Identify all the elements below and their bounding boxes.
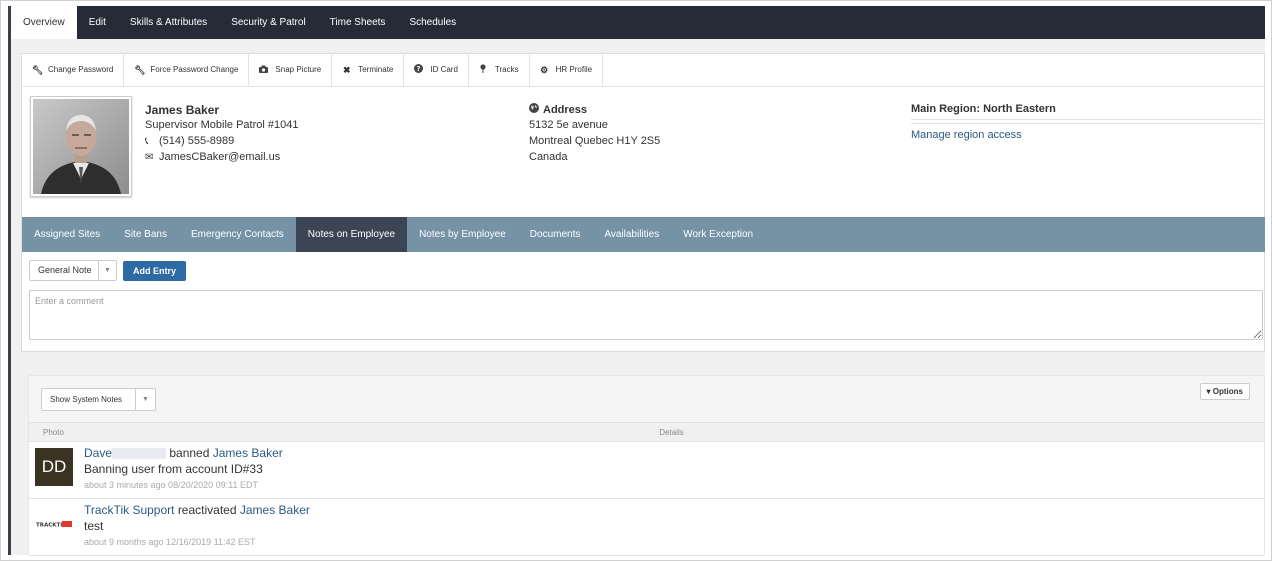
tracktik-logo: TRACKTIK (35, 505, 73, 543)
employee-card: 🔧︎ Change Password 🔧︎ Force Password Cha… (21, 53, 1265, 352)
comment-input[interactable] (29, 290, 1263, 340)
change-password-label: Change Password (48, 65, 114, 74)
address-line3: Canada (529, 151, 568, 163)
employee-phone-row: 📞︎ (514) 555-8989 (145, 135, 234, 147)
employee-sub-nav: Assigned Sites Site Bans Emergency Conta… (22, 217, 1265, 252)
force-password-change-label: Force Password Change (150, 65, 239, 74)
tracks-label: Tracks (494, 65, 519, 74)
camera-icon (259, 54, 269, 86)
tab-skills-attributes[interactable]: Skills & Attributes (118, 6, 219, 39)
redacted-name (112, 448, 167, 460)
tab-overview[interactable]: Overview (11, 6, 77, 39)
tab-site-bans[interactable]: Site Bans (112, 217, 179, 252)
note-row: TRACKTIK TrackTik Support reactivated Ja… (29, 499, 1264, 556)
system-notes-filter-value: Show System Notes (50, 395, 123, 404)
add-entry-button[interactable]: Add Entry (123, 261, 186, 281)
tab-emergency-contacts[interactable]: Emergency Contacts (179, 217, 296, 252)
id-card-button[interactable]: ? ID Card (404, 54, 469, 86)
tab-availabilities[interactable]: Availabilities (592, 217, 671, 252)
hr-profile-label: HR Profile (555, 65, 593, 74)
options-button[interactable]: ▾ Options (1199, 383, 1250, 400)
tab-edit[interactable]: Edit (77, 6, 118, 39)
note-actor-link[interactable]: Dave (84, 446, 112, 460)
portrait-image (33, 99, 129, 194)
tab-documents[interactable]: Documents (518, 217, 593, 252)
address-line1: 5132 5e avenue (529, 119, 608, 131)
map-pin-icon (479, 54, 488, 86)
note-body: Banning user from account ID#33 (84, 462, 263, 476)
wrench-icon: 🔧︎ (32, 65, 44, 75)
tab-schedules[interactable]: Schedules (397, 6, 468, 39)
system-notes-filter-select[interactable]: Show System Notes ▼ (41, 388, 156, 411)
globe-icon (529, 103, 543, 116)
employee-phone: (514) 555-8989 (159, 135, 235, 147)
phone-icon: 📞︎ (145, 136, 149, 147)
tab-security-patrol[interactable]: Security & Patrol (219, 6, 317, 39)
tracks-button[interactable]: Tracks (469, 54, 530, 86)
hr-profile-button[interactable]: ⚙ HR Profile (530, 54, 604, 86)
note-body: test (84, 519, 104, 533)
terminate-label: Terminate (358, 65, 394, 74)
note-action: banned (169, 446, 210, 460)
employee-name: James Baker (145, 103, 220, 117)
employee-email-row: ✉ JamesCBaker@email.us (145, 151, 280, 163)
employee-photo (30, 96, 132, 197)
note-target-link[interactable]: James Baker (240, 503, 310, 517)
note-type-value: General Note (38, 265, 92, 275)
tab-time-sheets[interactable]: Time Sheets (318, 6, 398, 39)
top-nav: Overview Edit Skills & Attributes Securi… (11, 6, 1265, 39)
id-card-label: ID Card (430, 65, 458, 74)
tab-assigned-sites[interactable]: Assigned Sites (22, 217, 112, 252)
force-password-change-button[interactable]: 🔧︎ Force Password Change (124, 54, 250, 86)
note-row: DD Dave banned James Baker Banning user … (29, 442, 1264, 499)
employee-title: Supervisor Mobile Patrol #1041 (145, 119, 299, 131)
employee-email: JamesCBaker@email.us (159, 151, 281, 163)
address-heading: Address (543, 104, 588, 116)
note-type-select[interactable]: General Note ▼ (29, 260, 117, 281)
envelope-icon: ✉ (145, 152, 154, 163)
snap-picture-label: Snap Picture (275, 65, 322, 74)
snap-picture-button[interactable]: Snap Picture (249, 54, 333, 86)
svg-text:?: ? (417, 65, 421, 73)
notes-table-header: Photo Details (29, 422, 1264, 442)
close-icon: ✖ (342, 65, 351, 75)
info-icon: ? (414, 54, 424, 86)
tab-work-exception[interactable]: Work Exception (671, 217, 765, 252)
note-action: reactivated (177, 503, 237, 517)
tab-notes-on-employee[interactable]: Notes on Employee (295, 217, 408, 252)
address-line2: Montreal Quebec H1Y 2S5 (529, 135, 661, 147)
tab-notes-by-employee[interactable]: Notes by Employee (407, 217, 518, 252)
notes-panel: Show System Notes ▼ ▾ Options Photo Deta… (28, 375, 1265, 556)
note-actor-link[interactable]: TrackTik Support (84, 503, 174, 517)
note-target-link[interactable]: James Baker (213, 446, 283, 460)
chevron-down-icon: ▼ (98, 261, 116, 280)
note-timestamp: about 9 months ago 12/16/2019 11:42 EST (84, 537, 256, 547)
note-timestamp: about 3 minutes ago 08/20/2020 09:11 EDT (84, 480, 258, 490)
wrench-icon: 🔧︎ (134, 65, 146, 75)
main-region-heading: Main Region: North Eastern (911, 103, 1056, 115)
region-divider (911, 119, 1263, 124)
avatar: DD (35, 448, 73, 486)
chevron-down-icon: ▼ (135, 389, 155, 410)
gear-icon: ⚙ (540, 65, 549, 75)
manage-region-access-link[interactable]: Manage region access (911, 129, 1022, 141)
action-toolbar: 🔧︎ Change Password 🔧︎ Force Password Cha… (22, 54, 1264, 87)
change-password-button[interactable]: 🔧︎ Change Password (22, 54, 125, 86)
terminate-button[interactable]: ✖ Terminate (332, 54, 405, 86)
note-title: TrackTik Support reactivated James Baker (84, 503, 310, 517)
column-details: Details (659, 428, 684, 437)
note-title: Dave banned James Baker (84, 446, 283, 460)
address-heading-row: Address (529, 103, 587, 116)
